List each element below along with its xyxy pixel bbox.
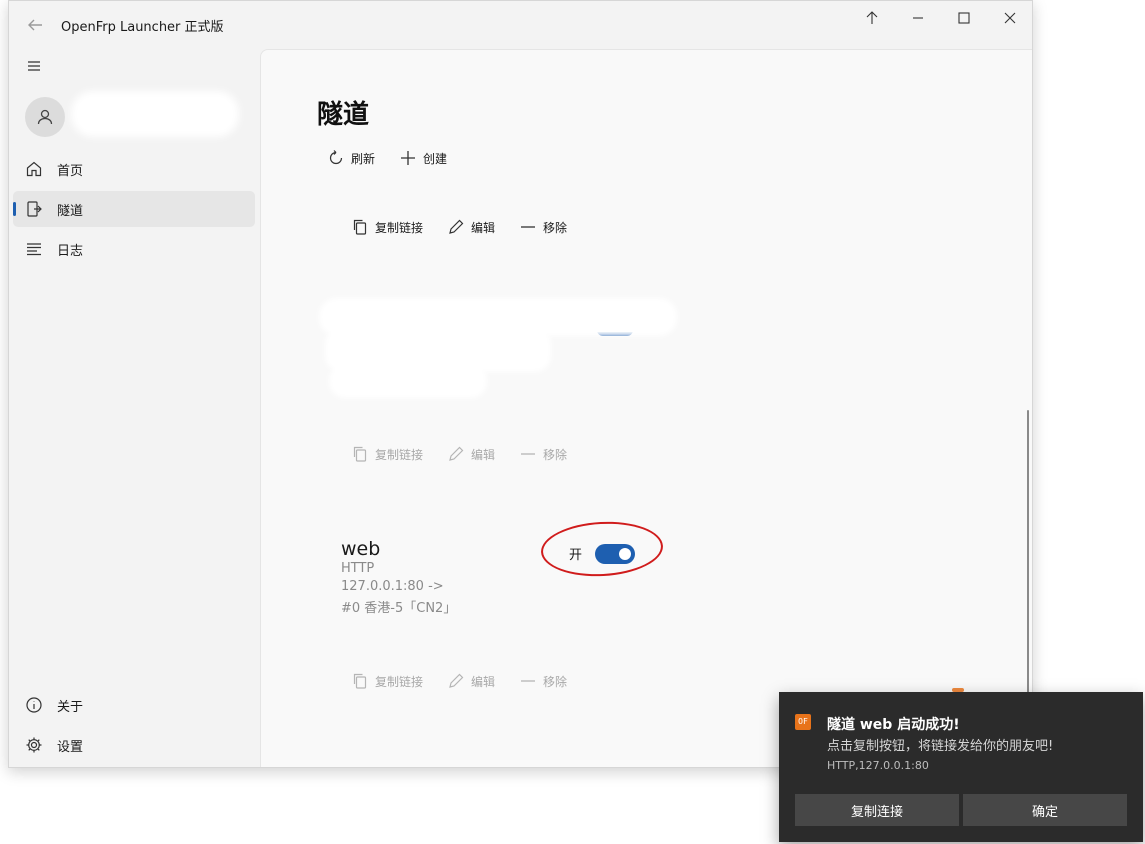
remove-button[interactable]: 移除 — [519, 672, 567, 690]
create-label: 创建 — [423, 151, 448, 166]
redacted-tunnel-info — [323, 302, 673, 332]
tunnel-name: web — [341, 538, 381, 560]
edit-label: 编辑 — [471, 220, 496, 235]
edit-button[interactable]: 编辑 — [447, 445, 495, 463]
info-icon — [25, 696, 43, 714]
annotation-circle — [539, 518, 665, 580]
pencil-icon — [449, 446, 464, 461]
close-icon — [1004, 12, 1016, 24]
refresh-icon — [329, 150, 343, 165]
pencil-icon — [449, 673, 464, 688]
remove-label: 移除 — [543, 674, 568, 689]
app-logo-icon: OF — [795, 714, 811, 730]
sidebar-item-settings[interactable]: 设置 — [13, 727, 255, 763]
pin-top-button[interactable] — [849, 1, 895, 35]
back-button[interactable] — [23, 13, 47, 37]
copy-link-button[interactable]: 复制链接 — [351, 672, 423, 690]
sidebar-item-label: 首页 — [57, 164, 84, 179]
tunnel-protocol: HTTP — [341, 561, 375, 576]
arrow-up-icon — [866, 11, 878, 24]
hamburger-icon — [28, 61, 40, 71]
title-bar: OpenFrp Launcher 正式版 — [9, 1, 1032, 47]
sidebar-item-tunnels[interactable]: 隧道 — [13, 191, 255, 227]
toast-notification: OF 隧道 web 启动成功! 点击复制按钮，将链接发给你的朋友吧! HTTP,… — [779, 692, 1143, 842]
close-button[interactable] — [987, 1, 1032, 35]
redacted-tunnel-info — [329, 332, 547, 368]
toast-ok-button[interactable]: 确定 — [963, 794, 1127, 826]
toast-attribution: HTTP,127.0.0.1:80 — [827, 759, 929, 772]
minimize-button[interactable] — [895, 1, 941, 35]
sidebar-item-home[interactable]: 首页 — [13, 151, 255, 187]
menu-toggle-button[interactable] — [23, 56, 45, 76]
tunnel-icon — [25, 200, 43, 218]
edit-button[interactable]: 编辑 — [447, 672, 495, 690]
edit-label: 编辑 — [471, 674, 496, 689]
edit-button[interactable]: 编辑 — [447, 218, 495, 236]
app-title: OpenFrp Launcher 正式版 — [61, 20, 224, 35]
remove-button[interactable]: 移除 — [519, 218, 567, 236]
tunnel-mapping: 127.0.0.1:80 -> — [341, 579, 444, 594]
remove-label: 移除 — [543, 447, 568, 462]
maximize-icon — [958, 12, 970, 24]
copy-link-label: 复制链接 — [375, 674, 424, 689]
edit-label: 编辑 — [471, 447, 496, 462]
person-icon — [37, 109, 53, 125]
toast-title: 隧道 web 启动成功! — [827, 717, 960, 733]
sidebar-item-about[interactable]: 关于 — [13, 687, 255, 723]
minus-icon — [521, 680, 535, 682]
copy-link-button[interactable]: 复制链接 — [351, 445, 423, 463]
main-content: 隧道 刷新 创建 复制链接 编辑 移除 复制链接 编辑 移除 web HTTP … — [260, 49, 1032, 767]
create-button[interactable]: 创建 — [399, 149, 447, 167]
selection-indicator — [13, 202, 16, 216]
pencil-icon — [449, 219, 464, 234]
log-icon — [25, 240, 43, 258]
gear-icon — [25, 736, 43, 754]
copy-link-label: 复制链接 — [375, 447, 424, 462]
tunnel-node: #0 香港-5「CN2」 — [341, 601, 457, 616]
toast-body: 点击复制按钮，将链接发给你的朋友吧! — [827, 739, 1054, 754]
minimize-icon — [913, 17, 923, 19]
page-title: 隧道 — [317, 100, 370, 130]
sidebar-item-logs[interactable]: 日志 — [13, 231, 255, 267]
copy-icon — [353, 446, 367, 462]
sidebar-item-label: 设置 — [57, 740, 84, 755]
app-window: OpenFrp Launcher 正式版 首页 隧道 日志 关于 设置 隧道 刷… — [8, 0, 1033, 768]
copy-icon — [353, 219, 367, 235]
refresh-label: 刷新 — [351, 151, 376, 166]
arrow-left-icon — [28, 19, 42, 31]
remove-label: 移除 — [543, 220, 568, 235]
sidebar-item-label: 隧道 — [57, 204, 84, 219]
home-icon — [25, 160, 43, 178]
copy-icon — [353, 673, 367, 689]
toast-copy-button[interactable]: 复制连接 — [795, 794, 959, 826]
minus-icon — [521, 226, 535, 228]
minus-icon — [521, 453, 535, 455]
copy-link-button[interactable]: 复制链接 — [351, 218, 423, 236]
redacted-tunnel-info — [333, 368, 483, 394]
avatar[interactable] — [25, 97, 65, 137]
redacted-username — [77, 97, 233, 131]
sidebar-item-label: 日志 — [57, 244, 84, 259]
refresh-button[interactable]: 刷新 — [327, 149, 375, 167]
copy-link-label: 复制链接 — [375, 220, 424, 235]
maximize-button[interactable] — [941, 1, 987, 35]
remove-button[interactable]: 移除 — [519, 445, 567, 463]
plus-icon — [401, 151, 415, 165]
sidebar-item-label: 关于 — [57, 700, 84, 715]
